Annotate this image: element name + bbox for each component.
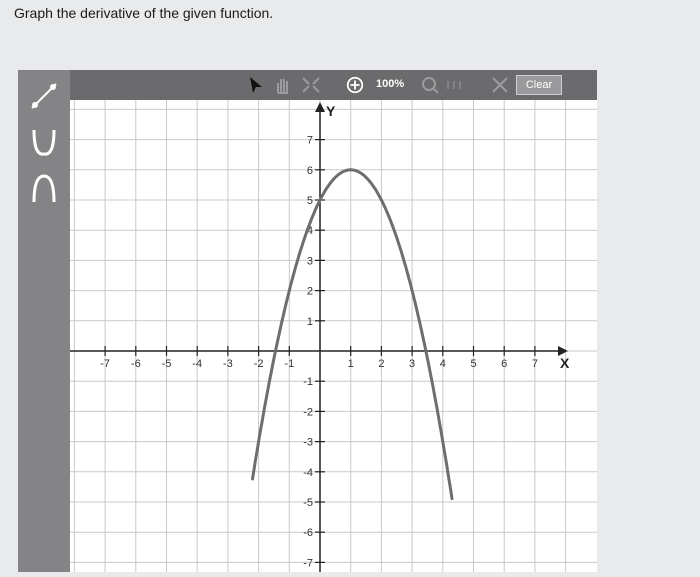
- x-tick-label: -1: [284, 358, 294, 370]
- x-tick-label: -3: [223, 358, 233, 370]
- x-tick-label: -6: [131, 358, 141, 370]
- clear-button[interactable]: Clear: [516, 75, 562, 95]
- x-tick-label: -5: [162, 358, 172, 370]
- graph-area[interactable]: -7 -6 -5 -4 -3 -2 -1 1 2 3 4 5 6 7 -7 -6 -5 -4 -3 -2 -1 1 2 3 4 5…: [70, 100, 597, 572]
- y-tick-label: 7: [307, 135, 313, 147]
- x-tick-label: 3: [409, 358, 415, 370]
- tool-rail: [18, 70, 70, 572]
- x-tick-label: 7: [532, 358, 538, 370]
- y-tick-label: 5: [307, 195, 313, 207]
- y-tick-label: -7: [303, 557, 313, 569]
- delete-icon[interactable]: [490, 75, 510, 95]
- y-tick-label: -3: [303, 437, 313, 449]
- y-axis-label: Y: [326, 103, 336, 119]
- pointer-icon[interactable]: [246, 75, 266, 95]
- y-tick-label: 3: [307, 255, 313, 267]
- y-tick-label: -5: [303, 497, 313, 509]
- y-tick-label: 2: [307, 286, 313, 298]
- y-tick-label: 1: [307, 316, 313, 328]
- y-tick-label: -1: [303, 376, 313, 388]
- line-segment-icon[interactable]: [26, 78, 62, 114]
- x-axis-label: X: [560, 355, 570, 371]
- y-tick-label: -6: [303, 527, 313, 539]
- fit-icon[interactable]: [300, 75, 322, 95]
- function-graph[interactable]: -7 -6 -5 -4 -3 -2 -1 1 2 3 4 5 6 7-7-6-5-4-3-2-112345…: [70, 100, 597, 572]
- y-tick-label: -2: [303, 406, 313, 418]
- y-tick-label: 6: [307, 165, 313, 177]
- x-tick-label: 1: [348, 358, 354, 370]
- parabola-up-icon[interactable]: [26, 124, 62, 160]
- x-tick-label: 6: [501, 358, 507, 370]
- zoom-level: 100%: [376, 78, 405, 90]
- grid-lines: [70, 100, 597, 572]
- parabola-down-icon[interactable]: [26, 170, 62, 206]
- x-tick-label: 2: [378, 358, 384, 370]
- x-tick-label: 4: [440, 358, 446, 370]
- hand-icon[interactable]: [272, 75, 294, 95]
- x-tick-label: -4: [192, 358, 202, 370]
- x-tick-label: -2: [254, 358, 264, 370]
- zoom-reset-icon[interactable]: [444, 75, 464, 95]
- x-tick-label: -7: [100, 358, 110, 370]
- zoom-out-icon[interactable]: [420, 75, 440, 95]
- question-text: Graph the derivative of the given functi…: [14, 5, 274, 21]
- y-tick-label: -4: [303, 467, 313, 479]
- x-tick-label: 5: [470, 358, 476, 370]
- zoom-in-icon[interactable]: [344, 75, 366, 95]
- graph-toolbar: 100% Clear: [70, 70, 597, 100]
- y-axis-arrow: [315, 102, 325, 112]
- parabola-curve: [251, 168, 454, 501]
